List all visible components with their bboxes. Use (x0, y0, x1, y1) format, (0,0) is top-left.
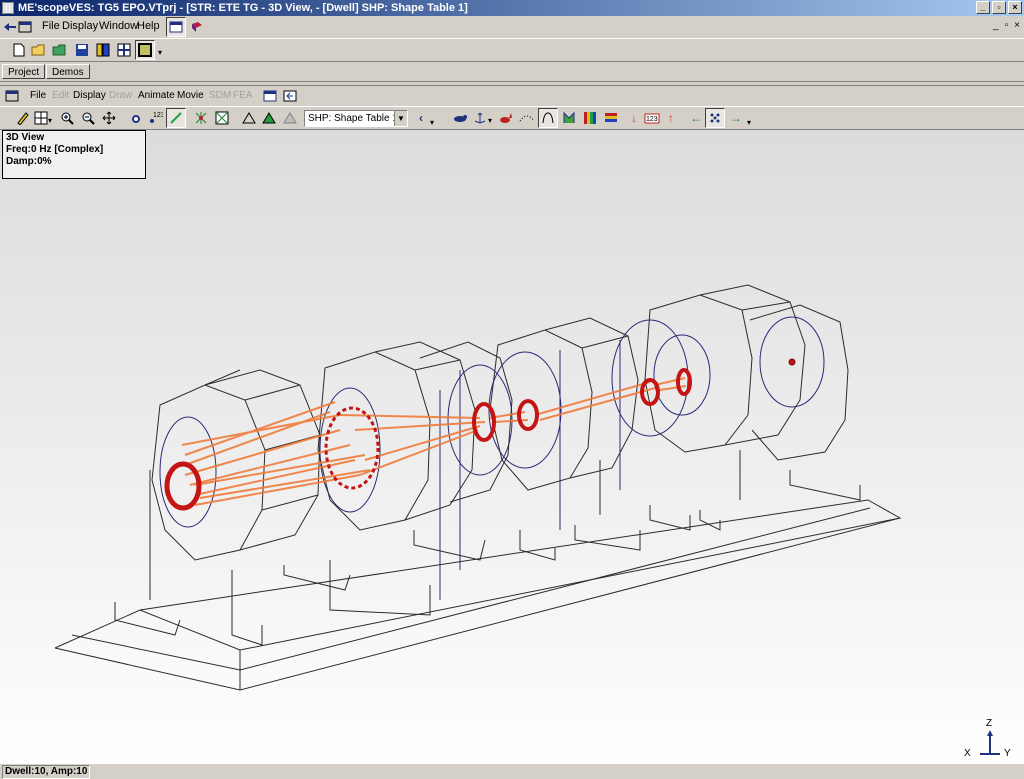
triangle-shaded-icon[interactable] (281, 109, 299, 127)
axis-x-label: X (964, 748, 971, 759)
numbers-icon[interactable]: 123 (643, 109, 661, 127)
view-menu-edit[interactable]: Edit (52, 90, 69, 101)
child-window-icon[interactable] (3, 87, 21, 105)
window-controls: _ ▫ × (976, 1, 1022, 14)
triangle-outline-icon[interactable] (240, 109, 258, 127)
toolbar-dropdown-icon[interactable]: ▾ (155, 43, 165, 61)
view-toolbar: ▾ 123 SHP: Shape Table 1 ▼ ‹ ▾ ▾ ↓ 123 ↑… (0, 106, 1024, 130)
title-bar: ME'scopeVES: TG5 EPO.VTprj - [STR: ETE T… (0, 0, 1024, 16)
main-menu-bar: File Display Window Help _ ▫ × (0, 17, 1024, 37)
mdi-restore-button[interactable]: ▫ (1005, 20, 1009, 31)
layout-icon[interactable] (94, 41, 112, 59)
frame-icon[interactable] (135, 40, 155, 60)
workspace-tabs: Project Demos (0, 62, 1024, 82)
shape-table-select[interactable]: SHP: Shape Table 1 ▼ (304, 110, 408, 127)
mdi-controls: _ ▫ × (993, 20, 1020, 31)
menu-display[interactable]: Display (62, 20, 98, 32)
arrow-down-icon[interactable]: ↓ (625, 109, 643, 127)
color-map-icon[interactable] (581, 109, 599, 127)
dotted-curve-icon[interactable] (518, 109, 536, 127)
arrow-right-icon[interactable]: → (727, 109, 745, 127)
axis-triad: Z X Y (964, 718, 1014, 760)
curve-shape-icon[interactable] (538, 108, 558, 128)
view-menu-movie[interactable]: Movie (177, 90, 204, 101)
view-menu-fea[interactable]: FEA (233, 90, 252, 101)
presentation-icon[interactable] (166, 17, 186, 37)
turtle-icon[interactable] (451, 109, 469, 127)
spread-points-icon[interactable] (705, 108, 725, 128)
view-menu-draw[interactable]: Draw (109, 90, 132, 101)
pan-icon[interactable] (100, 109, 118, 127)
mode-points (164, 358, 796, 511)
svg-text:123: 123 (646, 116, 658, 123)
line-icon[interactable] (166, 108, 186, 128)
menu-help[interactable]: Help (137, 20, 160, 32)
triangle-filled-icon[interactable] (260, 109, 278, 127)
book-icon[interactable] (188, 18, 206, 36)
blue-rings (159, 316, 825, 600)
menu-file[interactable]: File (42, 20, 60, 32)
save-icon[interactable] (73, 41, 91, 59)
status-dwell: Dwell:10, Amp:10 (2, 765, 91, 779)
point-numbers-icon[interactable]: 123 (146, 109, 164, 127)
axis-z-label: Z (986, 718, 993, 729)
point-icon[interactable] (127, 109, 145, 127)
main-toolbar: ▾ (0, 38, 1024, 62)
contour-icon[interactable] (560, 109, 578, 127)
arrow-left-icon[interactable]: ← (687, 109, 705, 127)
chevron-down-icon[interactable]: ▼ (394, 111, 407, 126)
structure-model (54, 284, 902, 691)
open-icon[interactable] (30, 41, 48, 59)
zoom-out-icon[interactable] (79, 109, 97, 127)
shape-table-select-value: SHP: Shape Table 1 (308, 113, 398, 124)
svg-text:123: 123 (153, 112, 163, 119)
view-menu-file[interactable]: File (30, 90, 46, 101)
pencil-icon[interactable] (14, 109, 32, 127)
axis-dropdown-icon[interactable]: ▾ (486, 111, 494, 129)
tile-icon[interactable] (115, 41, 133, 59)
mdi-minimize-button[interactable]: _ (993, 20, 999, 31)
close-button[interactable]: × (1008, 1, 1022, 14)
shape-points-icon[interactable] (192, 109, 210, 127)
presentation-view-icon[interactable] (261, 87, 279, 105)
shape-dropdown-icon[interactable]: ▾ (428, 113, 436, 131)
exit-view-icon[interactable] (281, 87, 299, 105)
base-plate (54, 499, 902, 691)
view-menu-animate[interactable]: Animate (138, 90, 175, 101)
toolbar2-dropdown-icon[interactable]: ▾ (745, 113, 753, 131)
menu-window[interactable]: Window (99, 20, 138, 32)
color-bar-icon[interactable] (602, 109, 620, 127)
axis-y-label: Y (1004, 748, 1011, 759)
mdi-close-button[interactable]: × (1014, 20, 1020, 31)
status-bar: Dwell:10, Amp:10 (0, 764, 1024, 779)
window-title: ME'scopeVES: TG5 EPO.VTprj - [STR: ETE T… (18, 2, 468, 14)
arrow-up-icon[interactable]: ↑ (662, 109, 680, 127)
minimize-button[interactable]: _ (976, 1, 990, 14)
surface-grid-icon[interactable] (213, 109, 231, 127)
layout-dropdown-icon[interactable]: ▾ (46, 111, 54, 129)
view-menu-sdm[interactable]: SDM (209, 90, 231, 101)
tab-project[interactable]: Project (2, 64, 46, 79)
open-project-icon[interactable] (51, 41, 69, 59)
rabbit-icon[interactable] (497, 109, 515, 127)
tab-demos[interactable]: Demos (46, 64, 90, 79)
window-icon[interactable] (16, 18, 34, 36)
new-icon[interactable] (10, 41, 28, 59)
view-menu-display[interactable]: Display (73, 90, 106, 101)
app-icon[interactable] (2, 2, 14, 14)
zoom-in-icon[interactable] (58, 109, 76, 127)
restore-button[interactable]: ▫ (992, 1, 1006, 14)
view-menu-bar: File Edit Display Draw Animate Movie SDM… (0, 86, 1024, 106)
3d-view-area[interactable]: 3D View Freq:0 Hz [Complex] Damp:0% Z X … (0, 130, 1024, 764)
